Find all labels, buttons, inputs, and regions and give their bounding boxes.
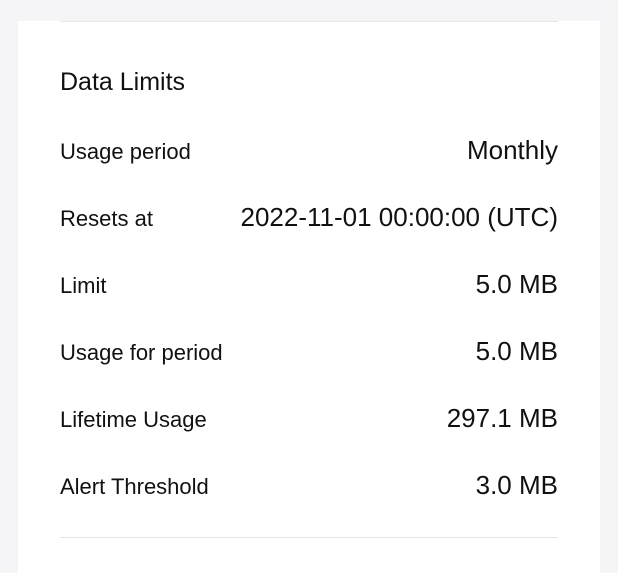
label-usage-period: Usage period: [60, 139, 191, 165]
label-lifetime-usage: Lifetime Usage: [60, 407, 207, 433]
value-alert-threshold: 3.0 MB: [476, 470, 558, 501]
label-limit: Limit: [60, 273, 106, 299]
value-lifetime-usage: 297.1 MB: [447, 403, 558, 434]
row-lifetime-usage: Lifetime Usage 297.1 MB: [60, 403, 558, 434]
value-resets-at: 2022-11-01 00:00:00 (UTC): [241, 202, 558, 233]
divider-bottom: [60, 537, 558, 538]
section-title: Data Limits: [60, 68, 558, 97]
label-alert-threshold: Alert Threshold: [60, 474, 209, 500]
value-usage-period: Monthly: [467, 135, 558, 166]
row-usage-period: Usage period Monthly: [60, 135, 558, 166]
value-limit: 5.0 MB: [476, 269, 558, 300]
label-resets-at: Resets at: [60, 206, 153, 232]
divider-top: [60, 21, 558, 22]
row-limit: Limit 5.0 MB: [60, 269, 558, 300]
row-usage-for-period: Usage for period 5.0 MB: [60, 336, 558, 367]
row-resets-at: Resets at 2022-11-01 00:00:00 (UTC): [60, 202, 558, 233]
data-limits-card: Data Limits Usage period Monthly Resets …: [18, 21, 600, 573]
label-usage-for-period: Usage for period: [60, 340, 223, 366]
row-alert-threshold: Alert Threshold 3.0 MB: [60, 470, 558, 501]
value-usage-for-period: 5.0 MB: [476, 336, 558, 367]
